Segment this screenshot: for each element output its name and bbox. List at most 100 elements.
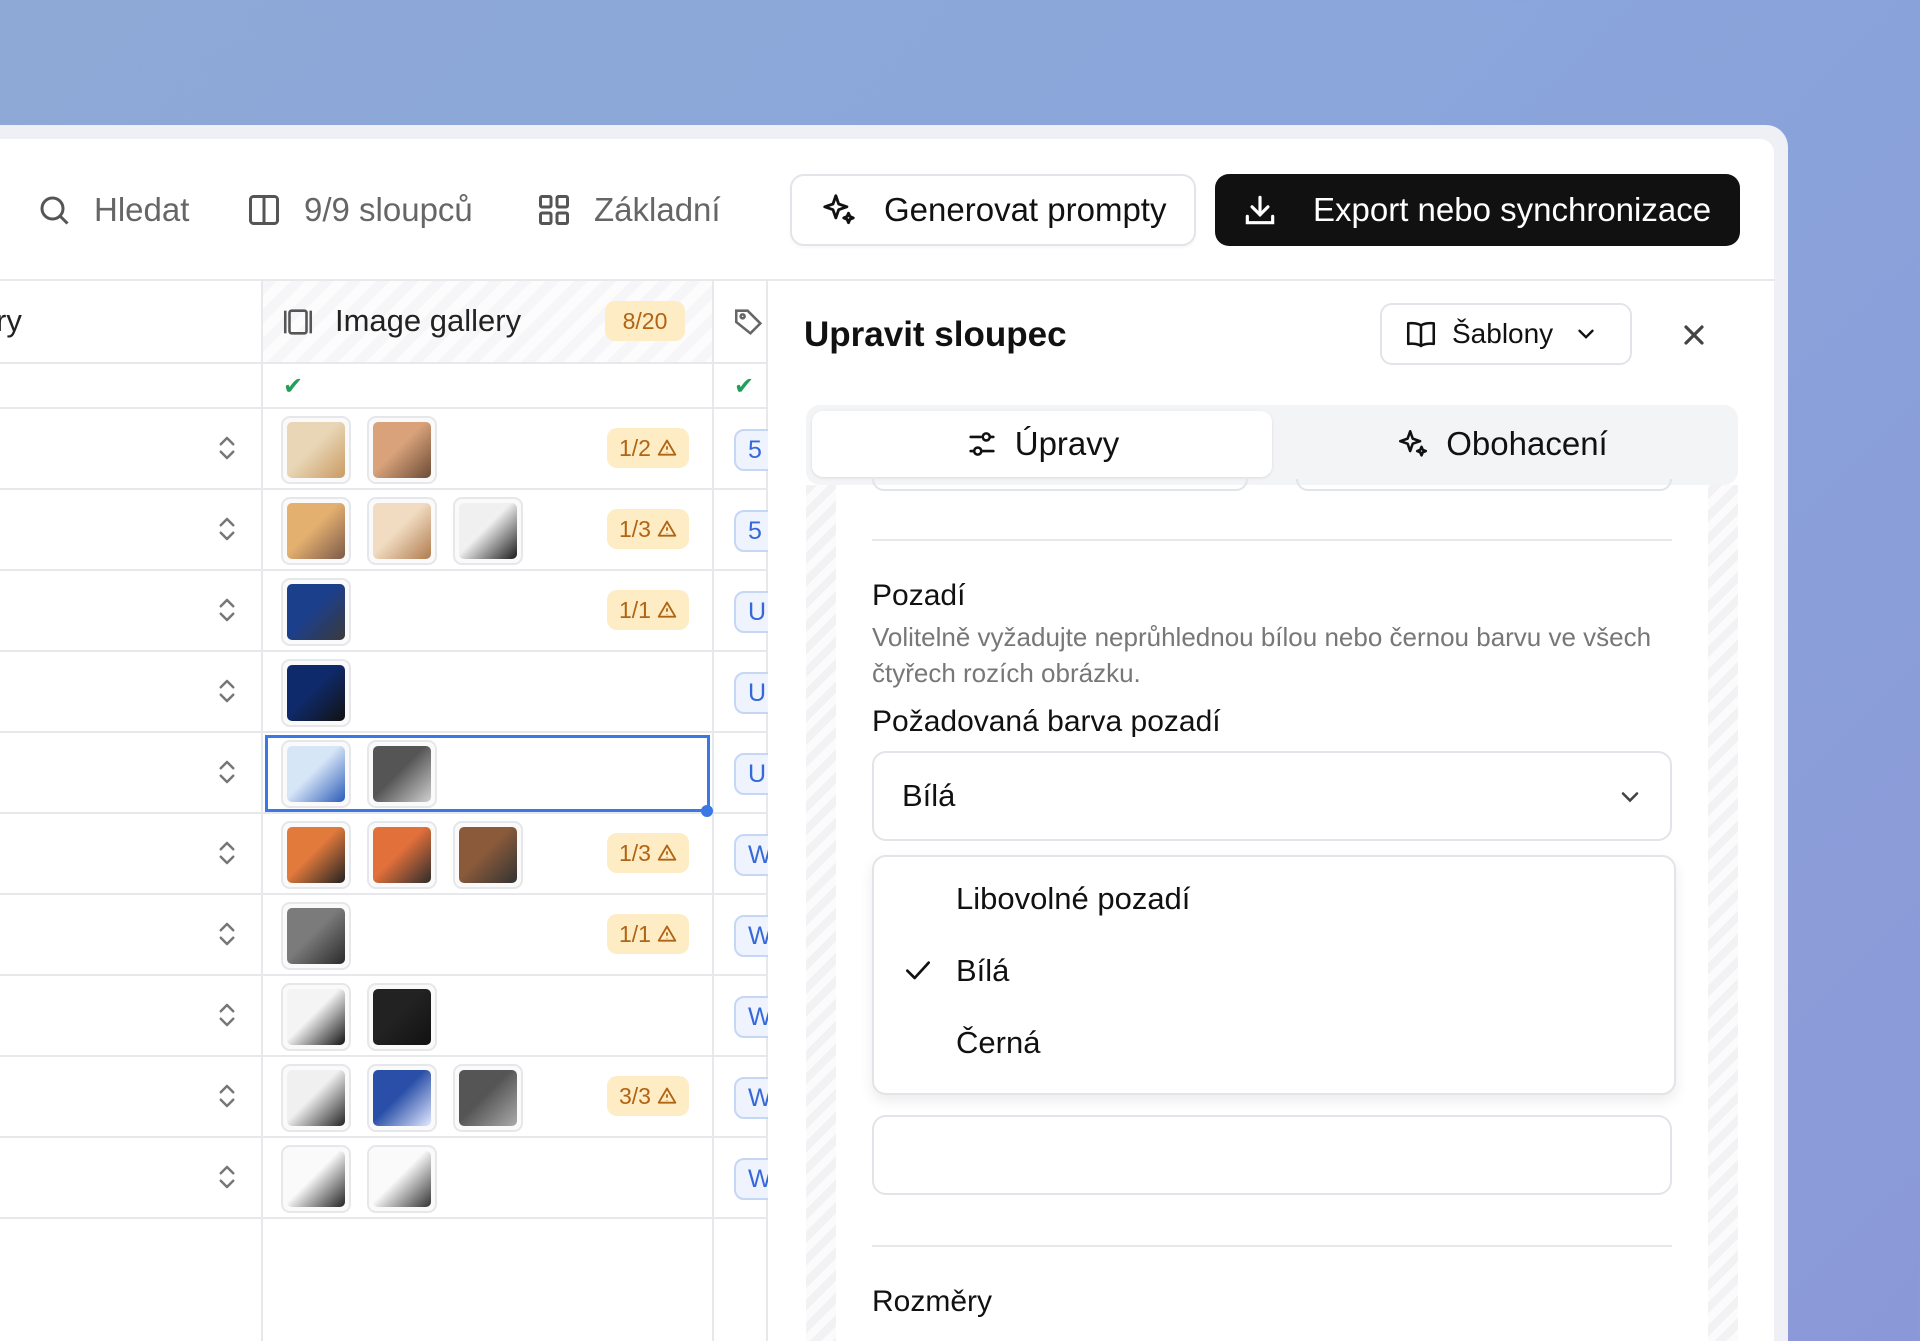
option-any-background[interactable]: Libovolné pozadí — [956, 881, 1190, 917]
required-color-select[interactable]: Bílá — [872, 751, 1672, 841]
table-row[interactable] — [0, 733, 261, 814]
generate-prompts-button[interactable]: Generovat prompty — [790, 174, 1196, 246]
warning-badge[interactable]: 1/1 — [607, 914, 689, 954]
image-thumbnail[interactable] — [281, 659, 351, 727]
table-row[interactable] — [0, 571, 261, 652]
warning-badge[interactable]: 1/2 — [607, 428, 689, 468]
image-thumbnail[interactable] — [281, 416, 351, 484]
sort-icon[interactable] — [212, 514, 242, 546]
image-gallery-header[interactable]: Image gallery 8/20 — [263, 281, 712, 364]
search-button[interactable]: Hledat — [36, 191, 189, 229]
table-row[interactable]: U — [714, 571, 778, 652]
table-row[interactable]: 5 — [714, 490, 778, 571]
image-thumbnail[interactable] — [453, 497, 523, 565]
gallery-cell[interactable]: 1/3 — [263, 814, 712, 895]
gallery-cell[interactable] — [263, 1138, 712, 1219]
table-row[interactable]: 5 — [714, 409, 778, 490]
tab-edits[interactable]: Úpravy — [812, 411, 1272, 477]
check-icon: ✔ — [283, 373, 304, 400]
table-row[interactable]: U — [714, 652, 778, 733]
table-row[interactable]: W — [714, 1138, 778, 1219]
column-a-status — [0, 364, 261, 409]
column-a-header[interactable]: ry — [0, 281, 261, 364]
search-label: Hledat — [94, 191, 190, 228]
warning-count: 1/1 — [619, 921, 651, 947]
templates-button[interactable]: Šablony — [1380, 303, 1632, 365]
table-row[interactable]: W — [714, 895, 778, 976]
image-thumbnail[interactable] — [367, 1145, 437, 1213]
image-thumbnail[interactable] — [281, 497, 351, 565]
image-thumbnail[interactable] — [281, 821, 351, 889]
view-button[interactable]: Základní — [536, 191, 721, 229]
image-thumbnail[interactable] — [281, 1145, 351, 1213]
empty-input-field[interactable] — [872, 1115, 1672, 1195]
gallery-cell[interactable]: 1/1 — [263, 571, 712, 652]
gallery-cell[interactable] — [263, 733, 713, 817]
sort-icon[interactable] — [212, 757, 242, 789]
warning-badge[interactable]: 1/3 — [607, 509, 689, 549]
sort-icon[interactable] — [212, 838, 242, 870]
tab-enrichment[interactable]: Obohacení — [1272, 411, 1732, 477]
partial-field[interactable] — [872, 479, 1248, 491]
image-thumbnail[interactable] — [281, 578, 351, 646]
sort-icon[interactable] — [212, 595, 242, 627]
table-row[interactable] — [0, 1057, 261, 1138]
export-button[interactable]: Export nebo synchronizace — [1215, 174, 1740, 246]
export-label: Export nebo synchronizace — [1313, 191, 1712, 228]
warning-badge[interactable]: 3/3 — [607, 1076, 689, 1116]
warning-count: 1/3 — [619, 516, 651, 542]
image-thumbnail[interactable] — [367, 821, 437, 889]
gallery-cell[interactable] — [263, 652, 712, 733]
sort-icon[interactable] — [212, 1162, 242, 1194]
table-row[interactable] — [0, 490, 261, 571]
option-white[interactable]: Bílá — [956, 953, 1009, 989]
table-row[interactable] — [0, 814, 261, 895]
chevron-down-icon — [1621, 792, 1639, 803]
warning-count: 1/1 — [619, 597, 651, 623]
sort-icon[interactable] — [212, 919, 242, 951]
sort-icon[interactable] — [212, 433, 242, 465]
image-thumbnail[interactable] — [453, 1064, 523, 1132]
sort-icon[interactable] — [212, 676, 242, 708]
table-row[interactable] — [0, 1138, 261, 1219]
thumbnail-image — [373, 503, 431, 559]
image-thumbnail[interactable] — [367, 416, 437, 484]
divider — [872, 539, 1672, 541]
image-thumbnail[interactable] — [367, 497, 437, 565]
thumbnail-image — [373, 422, 431, 478]
option-black[interactable]: Černá — [956, 1025, 1040, 1061]
image-thumbnail[interactable] — [281, 983, 351, 1051]
columns-button[interactable]: 9/9 sloupců — [246, 191, 473, 229]
table-row[interactable] — [0, 895, 261, 976]
column-c-header[interactable] — [714, 281, 766, 364]
table-row[interactable]: U — [714, 733, 778, 814]
warning-badge[interactable]: 1/1 — [607, 590, 689, 630]
table-row[interactable]: W — [714, 1057, 778, 1138]
table-row[interactable]: W — [714, 976, 778, 1057]
image-thumbnail[interactable] — [281, 1064, 351, 1132]
gallery-cell[interactable]: 1/1 — [263, 895, 712, 976]
image-thumbnail[interactable] — [367, 1064, 437, 1132]
table-row[interactable]: W — [714, 814, 778, 895]
table-row[interactable] — [0, 652, 261, 733]
gallery-cell[interactable] — [263, 976, 712, 1057]
warning-badge[interactable]: 1/3 — [607, 833, 689, 873]
gallery-cell[interactable]: 3/3 — [263, 1057, 712, 1138]
sparkles-icon — [1399, 429, 1428, 457]
gallery-cell[interactable]: 1/2 — [263, 409, 712, 490]
table-row[interactable] — [0, 409, 261, 490]
image-thumbnail[interactable] — [281, 902, 351, 970]
app-content: Hledat 9/9 sloupců Základní Generovat pr… — [0, 139, 1774, 1341]
table-row[interactable] — [0, 976, 261, 1057]
sort-icon[interactable] — [212, 1081, 242, 1113]
gallery-cell[interactable]: 1/3 — [263, 490, 712, 571]
thumbnail-image — [287, 989, 345, 1045]
dimensions-section-title: Rozměry — [872, 1285, 993, 1318]
panel-scroll-area[interactable]: Pozadí Volitelně vyžadujte neprůhlednou … — [806, 479, 1738, 1341]
image-thumbnail[interactable] — [453, 821, 523, 889]
sort-icon[interactable] — [212, 1000, 242, 1032]
partial-field[interactable] — [1296, 479, 1672, 491]
gallery-icon — [283, 309, 313, 335]
image-thumbnail[interactable] — [367, 983, 437, 1051]
close-icon[interactable] — [1678, 319, 1710, 351]
